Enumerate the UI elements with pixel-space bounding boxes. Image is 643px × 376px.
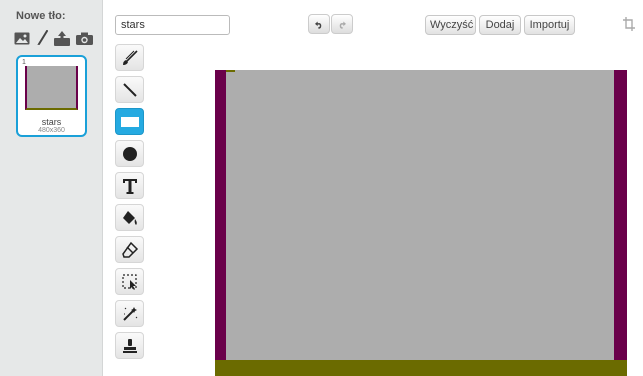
ellipse-tool[interactable] bbox=[115, 140, 144, 167]
rectangle-tool[interactable] bbox=[115, 108, 144, 135]
paint-brush-icon[interactable] bbox=[36, 30, 48, 46]
brush-tool[interactable] bbox=[115, 44, 144, 71]
canvas-margin bbox=[627, 70, 643, 376]
brush-icon bbox=[122, 49, 138, 65]
new-backdrop-icons bbox=[14, 30, 93, 46]
backdrop-panel: Nowe tło: 1 stars 480x360 bbox=[0, 0, 103, 376]
import-button[interactable]: Importuj bbox=[524, 15, 575, 35]
canvas-right-stripe bbox=[614, 70, 627, 376]
clear-button[interactable]: Wyczyść bbox=[425, 15, 476, 35]
reshape-tool[interactable] bbox=[115, 300, 144, 327]
undo-button[interactable] bbox=[308, 14, 330, 34]
costume-name-input[interactable] bbox=[115, 15, 230, 35]
add-button[interactable]: Dodaj bbox=[479, 15, 521, 35]
undo-icon bbox=[315, 21, 322, 29]
eraser-tool[interactable] bbox=[115, 236, 144, 263]
backdrop-size: 480x360 bbox=[38, 127, 65, 134]
stamp-tool[interactable] bbox=[115, 332, 144, 359]
magic-wand-icon bbox=[122, 306, 137, 321]
backdrop-preview bbox=[25, 66, 78, 110]
backdrop-thumbnail[interactable]: 1 stars 480x360 bbox=[16, 55, 87, 137]
fill-tool[interactable] bbox=[115, 204, 144, 231]
eraser-icon bbox=[121, 241, 138, 258]
redo-icon bbox=[339, 21, 346, 29]
line-icon bbox=[122, 82, 137, 97]
paint-bucket-icon bbox=[122, 210, 137, 225]
paint-editor: Wyczyść Dodaj Importuj bbox=[103, 0, 643, 376]
upload-icon[interactable] bbox=[54, 30, 70, 46]
select-tool[interactable] bbox=[115, 268, 144, 295]
set-center-icon[interactable] bbox=[623, 17, 635, 36]
text-tool[interactable] bbox=[115, 172, 144, 199]
text-icon bbox=[122, 178, 137, 194]
camera-icon[interactable] bbox=[76, 32, 93, 45]
backdrop-name: stars bbox=[41, 117, 62, 127]
rectangle-icon bbox=[120, 116, 139, 127]
select-icon bbox=[121, 273, 137, 290]
line-tool[interactable] bbox=[115, 76, 144, 103]
stamp-icon bbox=[122, 338, 137, 353]
ellipse-icon bbox=[122, 146, 137, 161]
backdrop-index: 1 bbox=[22, 59, 26, 66]
canvas-left-stripe bbox=[215, 70, 226, 376]
new-backdrop-label: Nowe tło: bbox=[16, 10, 66, 22]
paint-canvas[interactable] bbox=[215, 70, 627, 376]
redo-button[interactable] bbox=[331, 14, 353, 34]
canvas-bottom-stripe bbox=[215, 360, 627, 376]
library-image-icon[interactable] bbox=[14, 32, 30, 45]
